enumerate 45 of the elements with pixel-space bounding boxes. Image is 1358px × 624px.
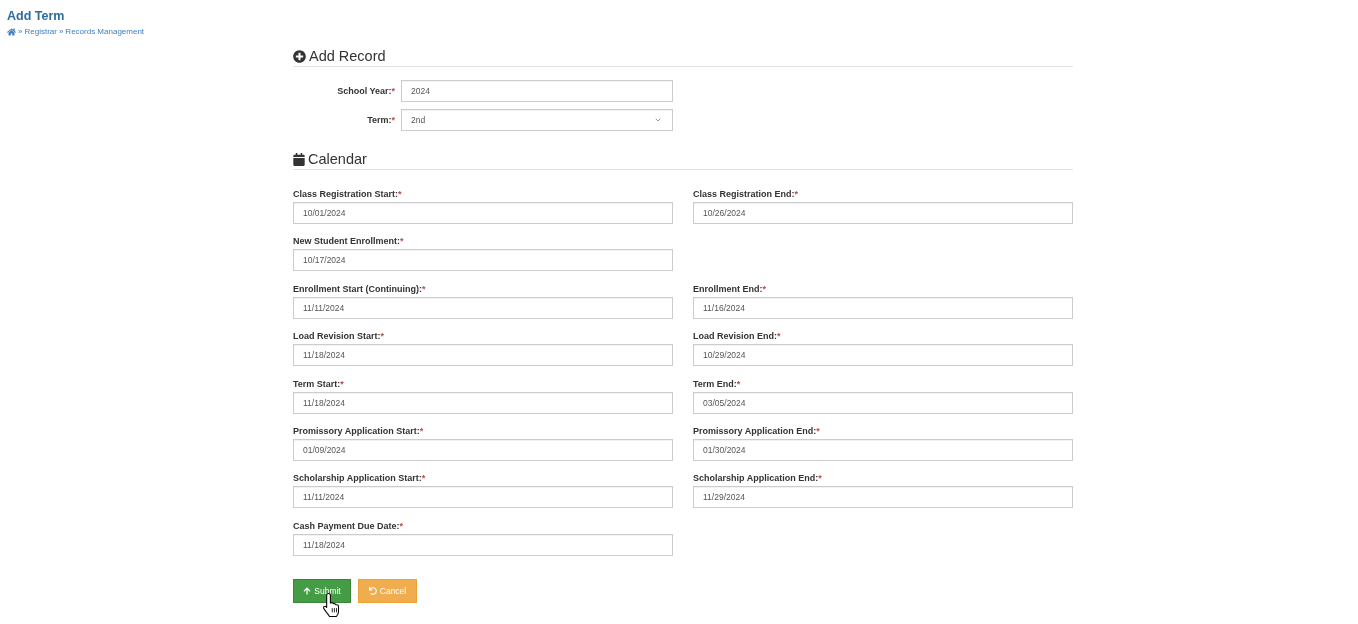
input-field[interactable]: 11/11/2024 (293, 486, 673, 509)
page-title: Add Term (7, 9, 65, 23)
field-label: Enrollment End:* (693, 283, 767, 295)
input-field[interactable]: 11/29/2024 (693, 486, 1073, 509)
field-label: Promissory Application End:* (693, 425, 821, 437)
field-label: Enrollment Start (Continuing):* (293, 283, 427, 295)
select-field[interactable]: 2nd (401, 109, 673, 131)
field-label: Class Registration Start:* (293, 189, 403, 200)
input-field[interactable]: 11/18/2024 (293, 533, 673, 556)
section-heading: Add Record (309, 47, 386, 65)
input-field[interactable]: 10/01/2024 (293, 202, 673, 224)
input-field[interactable]: 03/05/2024 (693, 391, 1073, 414)
calendar-icon (293, 152, 305, 166)
field-label: Load Revision Start:* (293, 331, 386, 343)
field-label: Load Revision End:* (693, 331, 782, 343)
input-field[interactable]: 01/30/2024 (693, 438, 1073, 461)
field-label: Term:* (367, 114, 395, 126)
field-label: Term Start:* (293, 378, 345, 390)
breadcrumb-link[interactable]: Registrar (24, 26, 57, 37)
breadcrumb-separator: » (18, 26, 23, 37)
field-label: Promissory Application Start:* (293, 425, 425, 437)
chevron-down-icon (654, 116, 662, 124)
home-icon[interactable] (7, 27, 16, 36)
input-field[interactable]: 10/17/2024 (293, 249, 673, 272)
hand-cursor-icon (323, 592, 339, 617)
input-field[interactable]: 2024 (401, 80, 673, 102)
field-label: School Year:* (337, 85, 395, 97)
field-label: Scholarship Application Start:* (293, 473, 427, 485)
field-label: Scholarship Application End:* (693, 473, 823, 485)
breadcrumb-separator: » (58, 26, 64, 37)
input-field[interactable]: 11/11/2024 (293, 296, 673, 319)
input-field[interactable]: 11/16/2024 (693, 296, 1073, 319)
section-heading: Calendar (308, 150, 367, 168)
input-field[interactable]: 10/26/2024 (693, 202, 1073, 224)
field-label: Term End:* (693, 378, 742, 390)
undo-icon (368, 586, 377, 595)
input-field[interactable]: 11/18/2024 (293, 391, 673, 414)
input-field[interactable]: 01/09/2024 (293, 438, 673, 461)
input-field[interactable]: 11/18/2024 (293, 344, 673, 367)
field-label: Cash Payment Due Date:* (293, 520, 405, 532)
field-label: New Student Enrollment:* (293, 236, 405, 248)
input-field[interactable]: 10/29/2024 (693, 344, 1073, 367)
arrow-up-icon (303, 586, 312, 595)
field-label: Class Registration End:* (693, 189, 800, 200)
breadcrumb-link[interactable]: Records Management (65, 26, 145, 37)
